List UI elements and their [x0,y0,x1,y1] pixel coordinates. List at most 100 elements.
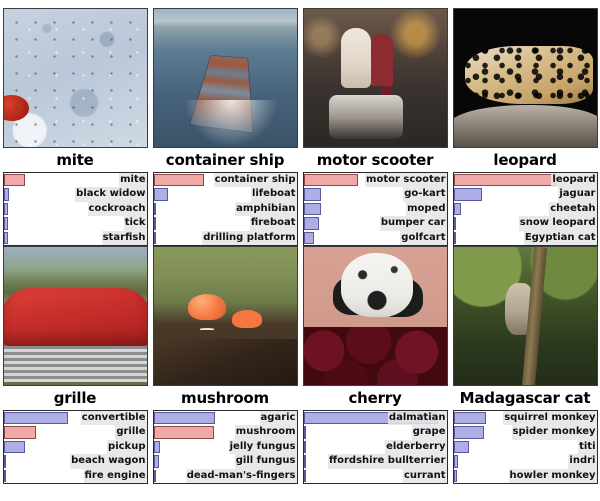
bar-label-7-3: indri [568,454,597,469]
alexnet-top5-predictions-figure: mite mite black widow cockroach tick sta… [0,0,600,501]
caption-0: mite [56,151,94,169]
bar-row: fireboat [153,216,297,231]
bar-label-1-3: fireboat [249,216,297,231]
bar-label-3-0: leopard [551,173,597,188]
bar-row: mushroom [153,425,297,440]
photo-strip-bottom: grille convertible grille pickup beach w… [0,246,600,484]
photo-leopard [453,9,597,147]
bar-row: elderberry [303,439,447,455]
bar-chart-1: container ship lifeboat amphibian firebo… [152,172,298,246]
bar-5-2 [153,440,160,454]
bar-label-1-4: drilling platform [202,230,297,245]
bar-label-1-2: amphibian [235,201,297,217]
panel-2: motor scooter motor scooter go-kart mope… [300,8,450,246]
panel-3: leopard leopard jaguar cheetah snow leop… [450,8,600,246]
bar-row: mite [3,173,147,188]
bar-label-4-0: convertible [80,411,147,426]
bar-row: indri [453,454,597,469]
bar-row: grille [3,425,147,440]
bar-row: currant [303,468,447,483]
bar-row: howler monkey [453,468,597,483]
bar-label-1-1: lifeboat [250,187,297,202]
photo-container-ship [153,9,297,147]
bar-label-7-4: howler monkey [508,468,597,483]
caption-7: Madagascar cat [459,389,591,407]
bar-label-4-2: pickup [107,439,147,455]
bar-label-3-4: Egyptian cat [523,230,597,245]
bar-row: gill fungus [153,454,297,469]
caption-4: grille [53,389,97,407]
panel-0: mite mite black widow cockroach tick sta… [0,8,150,246]
bar-row: golfcart [303,230,447,245]
bar-row: fire engine [3,468,147,483]
bar-label-6-2: elderberry [385,439,447,455]
bar-label-2-1: go-kart [403,187,447,202]
bar-label-0-4: starfish [101,230,147,245]
photo-mite [3,9,147,147]
bar-label-0-3: tick [123,216,147,231]
bar-row: drilling platform [153,230,297,245]
bar-4-2 [3,440,25,454]
bar-1-4 [153,231,156,244]
bar-label-2-0: motor scooter [365,173,447,188]
bar-7-4 [453,469,457,482]
bar-row: cockroach [3,201,147,217]
photo-cherry [303,247,447,385]
bar-label-5-4: dead-man's-fingers [185,468,297,483]
bar-7-0 [453,412,487,425]
photo-frame-mushroom [152,246,298,386]
bar-label-0-0: mite [119,173,147,188]
bar-row: ffordshire bullterrier [303,454,447,469]
bar-1-3 [153,217,156,230]
bar-2-3 [303,217,320,230]
bar-0-2 [3,202,9,216]
bar-label-7-0: squirrel monkey [503,411,597,426]
bar-6-1 [303,426,306,439]
figure-row-bottom: grille convertible grille pickup beach w… [0,246,600,484]
bar-row: snow leopard [453,216,597,231]
bar-row: black widow [3,187,147,202]
bar-label-7-1: spider monkey [511,425,597,440]
caption-2: motor scooter [316,151,434,169]
bar-3-3 [453,217,457,230]
bar-row: spider monkey [453,425,597,440]
bar-1-2 [153,202,157,216]
bar-chart-6: dalmatian grape elderberry ffordshire bu… [302,410,448,484]
bar-row: bumper car [303,216,447,231]
photo-frame-mite [2,8,148,148]
photo-motor-scooter [303,9,447,147]
bar-label-5-2: jelly fungus [228,439,297,455]
bar-row: dead-man's-fingers [153,468,297,483]
bar-label-2-2: moped [406,201,447,217]
bar-3-4 [453,231,456,244]
bar-7-3 [453,455,458,468]
bar-6-2 [303,440,306,454]
bar-label-7-2: titi [578,439,597,455]
bar-label-3-1: jaguar [558,187,597,202]
caption-6: cherry [348,389,402,407]
photo-frame-motor-scooter [302,8,448,148]
bar-row: pickup [3,439,147,455]
bar-1-1 [153,188,168,201]
bar-row: leopard [453,173,597,188]
bar-label-6-4: currant [402,468,447,483]
bar-label-4-3: beach wagon [70,454,147,469]
bar-label-6-3: ffordshire bullterrier [328,454,447,469]
bar-label-3-3: snow leopard [518,216,597,231]
bar-3-2 [453,202,462,216]
caption-3: leopard [493,151,557,169]
bar-2-4 [303,231,314,244]
bar-label-3-2: cheetah [549,201,597,217]
bar-5-1 [153,426,214,439]
bar-label-4-1: grille [115,425,147,440]
photo-strip-top: mite mite black widow cockroach tick sta… [0,8,600,246]
photo-frame-leopard [452,8,598,148]
bar-2-1 [303,188,321,201]
bar-row: starfish [3,230,147,245]
bar-4-1 [3,426,37,439]
photo-frame-grille [2,246,148,386]
bar-row: container ship [153,173,297,188]
photo-grille [3,247,147,385]
caption-1: container ship [165,151,285,169]
bar-chart-3: leopard jaguar cheetah snow leopard Egyp… [452,172,598,246]
